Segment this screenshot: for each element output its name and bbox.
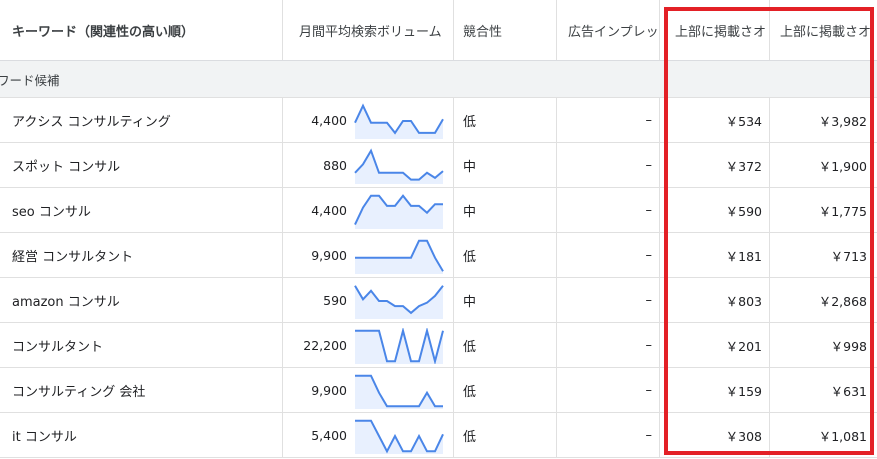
keyword-cell[interactable]: スポット コンサル: [12, 143, 280, 187]
sparkline-area: [355, 375, 443, 409]
top-bid-high-cell: ￥1,775: [818, 203, 867, 219]
impression-share-cell: –: [645, 337, 653, 353]
competition-cell: 低: [463, 339, 477, 355]
trend-sparkline: [355, 374, 443, 409]
impression-share-cell: –: [645, 292, 653, 308]
competition-cell: 低: [463, 429, 477, 445]
top-bid-low-cell: ￥803: [725, 293, 762, 309]
impression-share-cell: –: [645, 382, 653, 398]
impression-share-cell: –: [645, 112, 653, 128]
group-label: ワード候補: [0, 72, 60, 88]
top-bid-high-cell: ￥713: [830, 248, 867, 264]
table-header: キーワード（関連性の高い順） 月間平均検索ボリューム 競合性 広告インプレッ 上…: [0, 0, 877, 61]
keyword-cell[interactable]: it コンサル: [12, 413, 280, 457]
table-row[interactable]: seo コンサル 4,400 中 – ￥590 ￥1,775: [0, 188, 877, 233]
top-bid-low-cell: ￥534: [725, 113, 762, 129]
column-header-top-high[interactable]: 上部に掲載さオ: [780, 0, 872, 60]
table-row[interactable]: it コンサル 5,400 低 – ￥308 ￥1,081: [0, 413, 877, 458]
keyword-cell[interactable]: コンサルタント: [12, 323, 280, 367]
impression-share-cell: –: [645, 427, 653, 443]
keyword-cell[interactable]: seo コンサル: [12, 188, 280, 232]
impression-share-cell: –: [645, 157, 653, 173]
competition-cell: 中: [463, 294, 477, 310]
impression-share-cell: –: [645, 202, 653, 218]
table-row[interactable]: 経営 コンサルタント 9,900 低 – ￥181 ￥713: [0, 233, 877, 278]
competition-cell: 低: [463, 249, 477, 265]
column-header-top-low[interactable]: 上部に掲載さオ: [675, 0, 765, 60]
top-bid-high-cell: ￥998: [830, 338, 867, 354]
group-row: ワード候補: [0, 61, 877, 98]
top-bid-low-cell: ￥159: [725, 383, 762, 399]
top-bid-low-cell: ￥308: [725, 428, 762, 444]
trend-sparkline: [355, 419, 444, 454]
sparkline-area: [355, 420, 443, 454]
keyword-cell[interactable]: amazon コンサル: [12, 278, 280, 322]
trend-sparkline: [355, 328, 444, 364]
top-bid-high-cell: ￥1,900: [818, 158, 867, 174]
trend-sparkline: [354, 103, 444, 139]
keyword-cell[interactable]: コンサルティング 会社: [12, 368, 280, 412]
keyword-cell[interactable]: アクシス コンサルティング: [12, 98, 280, 142]
competition-cell: 低: [463, 114, 477, 130]
top-bid-high-cell: ￥3,982: [818, 113, 867, 129]
table-row[interactable]: アクシス コンサルティング 4,400 低 – ￥534 ￥3,982: [0, 98, 877, 143]
top-bid-low-cell: ￥201: [725, 338, 762, 354]
top-bid-low-cell: ￥372: [725, 158, 762, 174]
top-bid-high-cell: ￥631: [830, 383, 867, 399]
table-row[interactable]: スポット コンサル 880 中 – ￥372 ￥1,900: [0, 143, 877, 188]
table-row[interactable]: amazon コンサル 590 中 – ￥803 ￥2,868: [0, 278, 877, 323]
trend-sparkline: [355, 239, 444, 274]
top-bid-low-cell: ￥181: [725, 248, 762, 264]
column-header-impression[interactable]: 広告インプレッ: [568, 0, 658, 60]
top-bid-high-cell: ￥1,081: [818, 428, 867, 444]
impression-share-cell: –: [645, 247, 653, 263]
trend-sparkline: [354, 194, 443, 229]
top-bid-high-cell: ￥2,868: [818, 293, 867, 309]
column-header-competition[interactable]: 競合性: [463, 0, 553, 60]
trend-sparkline: [354, 285, 444, 319]
competition-cell: 中: [463, 204, 477, 220]
column-header-keyword[interactable]: キーワード（関連性の高い順）: [12, 0, 280, 60]
keyword-cell[interactable]: 経営 コンサルタント: [12, 233, 280, 277]
table-row[interactable]: コンサルティング 会社 9,900 低 – ￥159 ￥631: [0, 368, 877, 413]
sparkline-area: [355, 285, 443, 319]
column-header-volume[interactable]: 月間平均検索ボリューム: [299, 0, 451, 60]
sparkline-area: [355, 105, 443, 139]
table-row[interactable]: コンサルタント 22,200 低 – ￥201 ￥998: [0, 323, 877, 368]
competition-cell: 中: [463, 159, 477, 175]
top-bid-low-cell: ￥590: [725, 203, 762, 219]
competition-cell: 低: [463, 384, 477, 400]
trend-sparkline: [354, 148, 444, 184]
keyword-table: キーワード（関連性の高い順） 月間平均検索ボリューム 競合性 広告インプレッ 上…: [0, 0, 877, 459]
